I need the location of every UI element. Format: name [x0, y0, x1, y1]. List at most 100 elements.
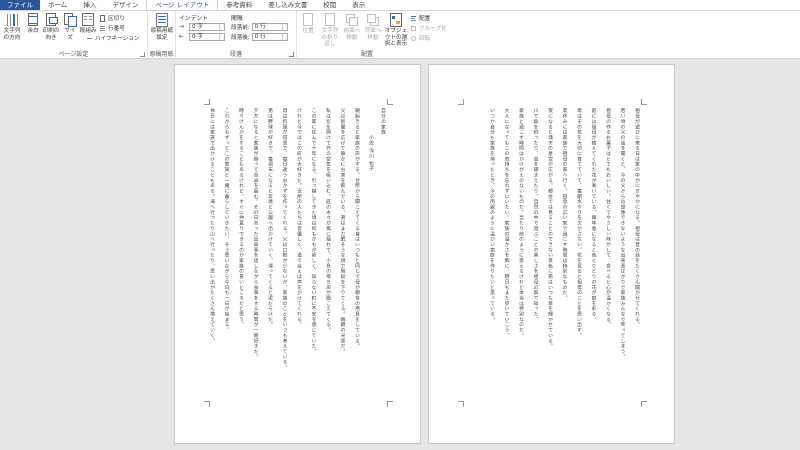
page-1-paragraph[interactable]: この家に住んで十年になる。引っ越してきた頃は何もかもが新しく、知らない町に不安を…	[307, 108, 319, 398]
line-numbers-button[interactable]: 行番号	[99, 24, 125, 32]
page-1-paragraph[interactable]: 時々けんかをすることもあるけれど、すぐに仲直りできるのが家族の良いところだと思う…	[234, 108, 246, 398]
tab-insert[interactable]: 挿入	[75, 0, 104, 10]
spin-arrows-icon[interactable]	[281, 34, 287, 40]
group-label-paragraph: 段落	[229, 51, 242, 58]
page-1-paragraph[interactable]: 母は料理が得意で、毎日違うおかずを作ってくれる。父は口数が少ないが、家族のことを…	[278, 108, 290, 398]
indent-end-input[interactable]: 0 字	[189, 33, 225, 41]
page-2-paragraph[interactable]: 夜になると満天の星空が広がる。都会では見ることのできない景色に弟はいつも目を輝か…	[543, 108, 555, 398]
page-size-icon	[63, 13, 77, 27]
page-1-paragraph[interactable]: 夕方になると家族が揃って食卓を囲む。その日あった出来事を話しながら食事をする時間…	[249, 108, 261, 398]
margins-icon	[26, 13, 40, 27]
columns-icon	[81, 13, 95, 27]
selection-pane-icon	[389, 13, 403, 27]
text-direction-icon	[5, 13, 19, 27]
page-1-paragraph[interactable]: 休日には家族で出かけることもある。海へ行ったり山へ行ったり、思い出がたくさん増え…	[205, 108, 217, 398]
size-label: サイズ	[64, 28, 76, 41]
page-2-paragraph[interactable]: 家族と過ごす時間はかけがえのないものだ。当たり前のように思えるけれど本当は特別な…	[514, 108, 526, 398]
page-2-paragraph[interactable]: いつか自分も家族を持ったとき、今の両親のように温かい家庭を作りたいと思っている。	[485, 108, 497, 398]
page-1-body: 朝起きると家族の声がする。台所から聞こえてくる音はいつもと同じで母が朝食の用意を…	[175, 65, 420, 443]
text-direction-button[interactable]: 文字列の方向	[1, 13, 23, 41]
space-before-input[interactable]: 0 行	[251, 23, 288, 31]
align-label: 配置	[419, 16, 431, 22]
tab-file[interactable]: ファイル	[0, 0, 40, 10]
margins-button[interactable]: 余白	[25, 13, 41, 35]
send-backward-label: 背面へ移動	[364, 28, 382, 41]
hyphenation-button[interactable]: ハイフネーション	[86, 34, 140, 42]
tab-references[interactable]: 参考資料	[218, 0, 260, 10]
page-1-paragraph[interactable]: けれど今ではこの町が大好きだ。近所の人たちは皆優しく、道で会えば声をかけてくれる…	[292, 108, 304, 398]
page-1-paragraph[interactable]: 朝起きると家族の声がする。台所から聞こえてくる音はいつもと同じで母が朝食の用意を…	[350, 108, 362, 398]
page-1-paragraph[interactable]: 私は窓を開けて外の空気を吸い込む。庭の木々が風に揺れて、小鳥の鳴き声が聞こえてく…	[321, 108, 333, 398]
space-before-row: 段落前: 0 行	[231, 23, 288, 31]
rotate-label: 回転	[419, 36, 431, 42]
position-button[interactable]: 位置	[299, 13, 317, 35]
wrap-text-button[interactable]: 文字列の折り返し	[319, 13, 341, 48]
space-after-row: 段落後: 0 行	[231, 33, 288, 41]
orientation-button[interactable]: 印刷の向き	[42, 13, 60, 41]
page-setup-launcher[interactable]	[140, 52, 145, 57]
page-1-paragraph[interactable]: 弟は野球が好きで、毎週末になると友達と公園へ出かけていく。帰ってくると泥だらけだ…	[263, 108, 275, 398]
indent-end-row: ⇤ 0 字	[179, 33, 225, 41]
spin-arrows-icon[interactable]	[219, 34, 224, 40]
group-objects-icon	[410, 25, 417, 32]
page-2-paragraph[interactable]: 夏休みには家族で祖母の家へ行く。田舎の広い家で過ごす時間は特別なものだ。	[558, 108, 570, 398]
page-2-paragraph[interactable]: 庭には祖母が植えてくれた花が咲いている。毎年春になると色とりどりの花が庭を彩る。	[587, 108, 599, 398]
selection-pane-button[interactable]: オブジェクトの選択と表示	[383, 13, 409, 48]
spacing-heading: 間隔	[231, 16, 243, 22]
indent-start-icon: ⇥	[179, 24, 184, 30]
space-before-label: 段落前:	[231, 25, 250, 31]
tab-mailings[interactable]: 差し込み文書	[260, 0, 315, 10]
rotate-icon	[410, 35, 417, 42]
align-button[interactable]: 配置	[410, 14, 430, 22]
document-area[interactable]: 自分の家族 小説 浅川 松子 朝起きると家族の声がする。台所から聞こえてくる音は…	[0, 60, 800, 450]
orientation-label: 印刷の向き	[42, 28, 60, 41]
paragraph-launcher[interactable]	[289, 52, 294, 57]
tab-view[interactable]: 表示	[344, 0, 373, 10]
size-button[interactable]: サイズ	[62, 13, 78, 41]
page-2-paragraph[interactable]: 大人になってもこの気持ちを忘れずにいたい。家族の温かさを胸に、明日もまた歩いてい…	[500, 108, 512, 398]
indent-start-input[interactable]: 0 字	[189, 23, 225, 31]
hyphenation-icon	[86, 35, 93, 42]
position-label: 位置	[302, 28, 314, 34]
spin-arrows-icon[interactable]	[219, 24, 224, 30]
page-2-body: 祖母が遊びに来る日は家の中がにぎやかになる。祖母は昔の話をたくさん聞かせてくれる…	[429, 65, 674, 443]
genko-setup-button[interactable]: 原稿用紙設定	[150, 13, 174, 41]
bring-forward-label: 前面へ移動	[343, 28, 361, 41]
position-icon	[301, 13, 315, 27]
columns-button[interactable]: 段組み	[79, 13, 97, 35]
page-2-paragraph[interactable]: 川で魚を釣ったり、虫を捕まえたり、自然の中で遊ぶことの楽しさを祖母の家で知った。	[529, 108, 541, 398]
breaks-button[interactable]: 区切り	[99, 14, 125, 22]
bring-forward-button[interactable]: 前面へ移動	[342, 13, 362, 41]
tab-design[interactable]: デザイン	[104, 0, 146, 10]
tab-home[interactable]: ホーム	[40, 0, 75, 10]
page-2-paragraph[interactable]: 若い頃の父の話を聞くと、今の父からは想像できないような出来事ばかりで家族みんなで…	[616, 108, 628, 398]
selection-pane-label: オブジェクトの選択と表示	[384, 28, 408, 47]
breaks-icon	[99, 14, 106, 22]
group-label-arrange: 配置	[361, 51, 374, 58]
document-page-1[interactable]: 自分の家族 小説 浅川 松子 朝起きると家族の声がする。台所から聞こえてくる音は…	[174, 64, 421, 444]
breaks-label: 区切り	[108, 16, 125, 22]
wrap-text-label: 文字列の折り返し	[321, 28, 339, 47]
page-1-paragraph[interactable]: これからもずっとこの家族と一緒に暮らしていきたい。そう思いながら今日も一日が始ま…	[220, 108, 232, 398]
tab-page-layout[interactable]: ページ レイアウト	[146, 0, 219, 10]
rotate-button[interactable]: 回転	[410, 34, 430, 42]
space-after-label: 段落後:	[231, 35, 250, 41]
page-2-paragraph[interactable]: 母はその花を大切に育てていて、毎朝水やりを欠かさない。花を見ると祖母のことを思い…	[572, 108, 584, 398]
page-1-paragraph[interactable]: 父は新聞を広げて静かにお茶を飲んでいる。弟はまだ眠そうな顔で階段を下りてくる。毎…	[336, 108, 348, 398]
bring-forward-icon	[345, 13, 359, 27]
send-backward-icon	[366, 13, 380, 27]
document-page-2[interactable]: 祖母が遊びに来る日は家の中がにぎやかになる。祖母は昔の話をたくさん聞かせてくれる…	[428, 64, 675, 444]
group-arrange: 位置 文字列の折り返し 前面へ移動 背面へ移動 オブジェクトの選択と表示 配置	[297, 11, 457, 59]
manuscript-paper-icon	[155, 13, 169, 27]
group-label-page-setup: ページ設定	[58, 51, 89, 58]
tab-review[interactable]: 校閲	[315, 0, 344, 10]
page-2-paragraph[interactable]: 祖母が遊びに来る日は家の中がにぎやかになる。祖母は昔の話をたくさん聞かせてくれる…	[630, 108, 642, 398]
group-paragraph: インデント 間隔 ⇥ 0 字 ⇤ 0 字 段落前: 0 行 段落後: 0 行 段…	[176, 11, 297, 59]
send-backward-button[interactable]: 背面へ移動	[363, 13, 383, 41]
page-2-paragraph[interactable]: 祖母の作るお菓子はとてもおいしい。甘くてやさしい味がして、食べると心が温かくなる…	[601, 108, 613, 398]
group-objects-button[interactable]: グループ化	[410, 24, 447, 32]
spin-arrows-icon[interactable]	[281, 24, 287, 30]
ribbon: 文字列の方向 余白 印刷の向き サイズ 段組み 区切り 行番号 ハイフネーション…	[0, 11, 800, 59]
space-after-input[interactable]: 0 行	[251, 33, 288, 41]
margins-label: 余白	[27, 28, 39, 34]
